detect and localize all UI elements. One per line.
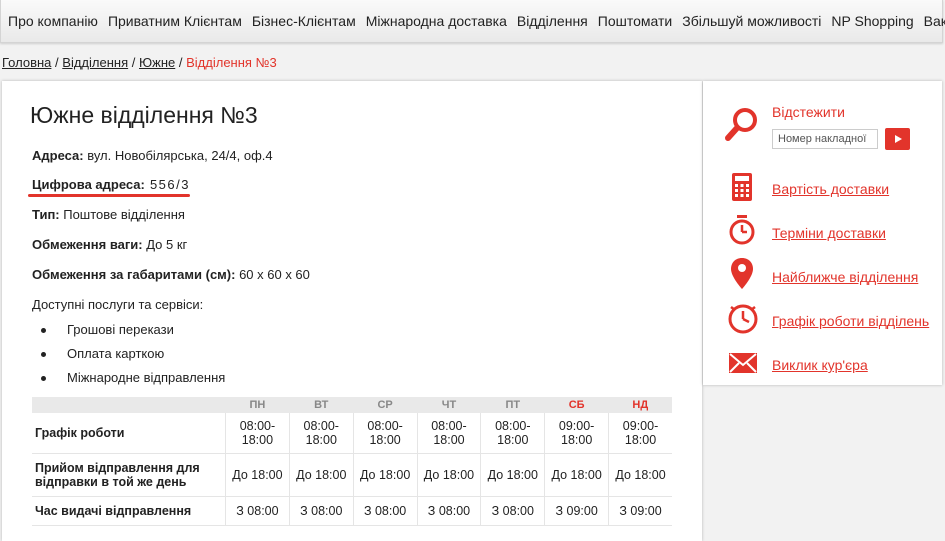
day-header: СБ [544,397,609,413]
table-cell: До 18:00 [480,453,545,497]
nav-postomats[interactable]: Поштомати [593,13,677,29]
table-cell: З 08:00 [480,496,545,526]
day-header: ЧТ [417,397,481,413]
address-line: Адреса: вул. Новобілярська, 24/4, оф.4 [32,148,273,163]
breadcrumb-separator: / [55,55,59,70]
calculator-icon [732,173,752,201]
type-line: Тип: Поштове відділення [32,207,185,222]
address-value: вул. Новобілярська, 24/4, оф.4 [83,148,273,163]
size-value: 60 x 60 x 60 [235,267,310,282]
stopwatch-icon [729,215,755,245]
breadcrumb-home[interactable]: Головна [2,55,51,70]
day-header: ПН [225,397,290,413]
type-value: Поштове відділення [59,207,185,222]
table-cell: 08:00-18:00 [352,413,418,454]
nav-vacancies[interactable]: Вакансії [919,13,945,29]
table-cell: До 18:00 [544,453,609,497]
day-header: СР [353,397,418,413]
list-item: Міжнародне відправлення [32,366,225,390]
table-cell: З 08:00 [416,496,481,526]
nav-about[interactable]: Про компанію [1,13,103,29]
table-cell: 08:00-18:00 [480,413,545,454]
table-row: Час видачі відправлення З 08:00 З 08:00 … [32,496,672,526]
location-pin-icon [731,258,753,289]
nav-np-shopping[interactable]: NP Shopping [826,13,918,29]
breadcrumb: Головна / Відділення / Южне / Відділення… [2,55,277,70]
table-cell: 09:00-18:00 [544,413,609,454]
clock-icon [728,304,758,334]
track-submit-button[interactable] [885,128,910,150]
breadcrumb-current: Відділення №3 [186,55,277,70]
weight-limit-line: Обмеження ваги: До 5 кг [32,237,187,252]
table-cell: З 09:00 [608,496,672,526]
nearest-branch-link[interactable]: Найближче відділення [772,269,918,285]
nav-business-clients[interactable]: Бізнес-Клієнтам [247,13,361,29]
table-cell: 08:00-18:00 [225,413,290,454]
schedule-table: ПН ВТ СР ЧТ ПТ СБ НД Графік роботи 08:00… [32,397,672,526]
table-header-row: ПН ВТ СР ЧТ ПТ СБ НД [32,397,672,413]
table-cell: 08:00-18:00 [416,413,481,454]
services-heading: Доступні послуги та сервіси: [32,297,204,312]
table-cell: До 18:00 [288,453,354,497]
nav-international[interactable]: Міжнародна доставка [361,13,512,29]
table-cell: З 09:00 [544,496,609,526]
page-title: Южне відділення №3 [30,102,258,128]
table-row: Прийом відправлення для відправки в той … [32,453,672,497]
size-label: Обмеження за габаритами (см): [32,267,236,282]
row-label: Графік роботи [32,413,226,454]
breadcrumb-branches[interactable]: Відділення [62,55,128,70]
list-item: Грошові перекази [32,318,225,342]
tracking-number-input[interactable] [772,129,878,149]
nav-private-clients[interactable]: Приватним Клієнтам [103,13,247,29]
day-header: ВТ [289,397,354,413]
day-header: ПТ [480,397,545,413]
delivery-cost-link[interactable]: Вартість доставки [772,181,889,197]
table-header-empty [32,397,226,413]
nav-branches[interactable]: Відділення [512,13,593,29]
search-icon [725,108,757,141]
weight-value: До 5 кг [142,237,188,252]
courier-call-link[interactable]: Виклик кур'єра [772,357,868,373]
address-label: Адреса: [32,148,84,163]
highlight-underline [28,194,190,197]
nav-opportunities[interactable]: Збільшуй можливості [677,13,826,29]
table-cell: До 18:00 [608,453,672,497]
weight-label: Обмеження ваги: [32,237,143,252]
table-row: Графік роботи 08:00-18:00 08:00-18:00 08… [32,413,672,454]
size-limit-line: Обмеження за габаритами (см): 60 x 60 x … [32,267,310,282]
envelope-icon [729,353,757,373]
delivery-terms-link[interactable]: Терміни доставки [772,225,886,241]
day-header: НД [608,397,672,413]
table-cell: 08:00-18:00 [288,413,354,454]
table-cell: До 18:00 [352,453,418,497]
branch-schedule-link[interactable]: Графік роботи відділень [772,313,929,329]
top-navigation: Про компанію Приватним Клієнтам Бізнес-К… [0,0,945,43]
table-cell: З 08:00 [352,496,418,526]
breadcrumb-city[interactable]: Южне [139,55,175,70]
table-cell: 09:00-18:00 [608,413,672,454]
table-cell: З 08:00 [225,496,290,526]
services-list: Грошові перекази Оплата карткою Міжнарод… [32,318,225,390]
digital-address-line: Цифрова адреса: 556/3 [32,177,190,192]
row-label: Прийом відправлення для відправки в той … [32,453,226,497]
table-cell: До 18:00 [416,453,481,497]
row-label: Час видачі відправлення [32,496,226,526]
breadcrumb-separator: / [178,55,183,70]
table-cell: До 18:00 [225,453,290,497]
digital-address-label: Цифрова адреса: [32,177,145,192]
breadcrumb-separator: / [131,55,136,70]
digital-address-value: 556/3 [144,177,190,192]
table-cell: З 08:00 [288,496,354,526]
track-title: Відстежити [772,104,845,120]
list-item: Оплата карткою [32,342,225,366]
type-label: Тип: [32,207,60,222]
